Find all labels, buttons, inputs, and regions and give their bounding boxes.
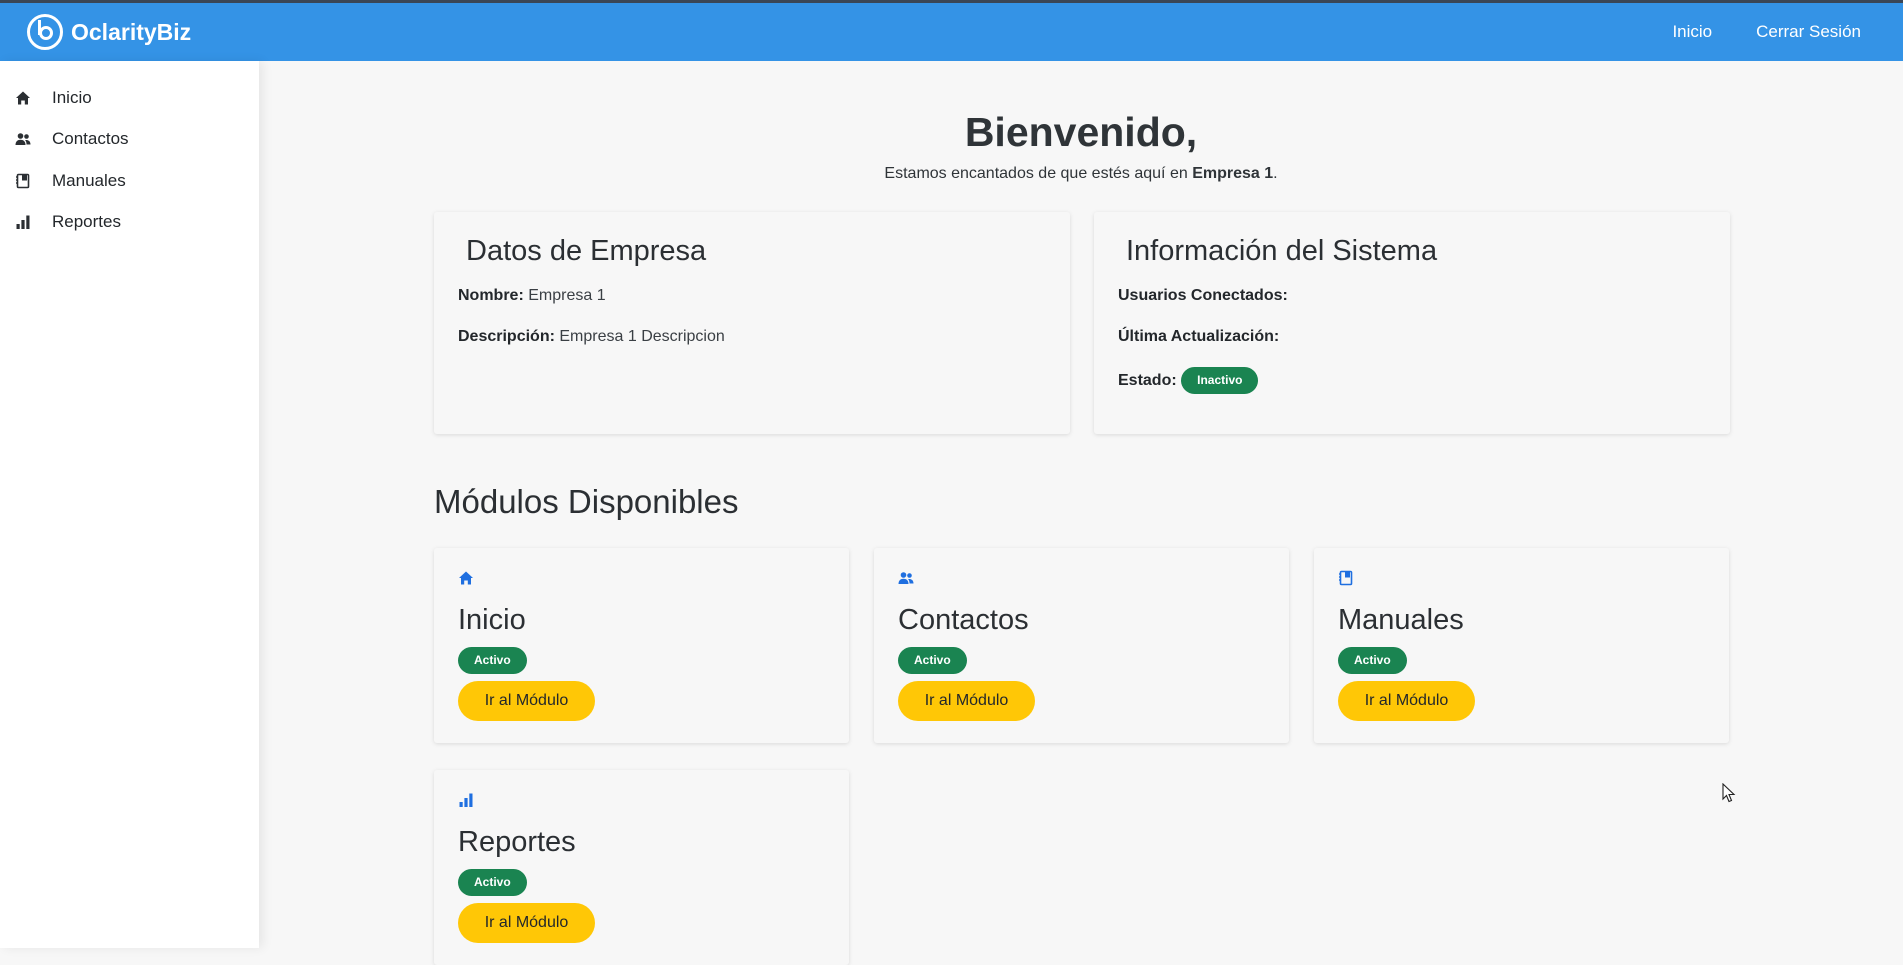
company-description-label: Descripción:: [458, 328, 555, 345]
sidebar-item-label: Contactos: [52, 129, 129, 148]
company-info-card: Datos de Empresa Nombre: Empresa 1 Descr…: [434, 212, 1070, 434]
connected-users-label: Usuarios Conectados:: [1118, 287, 1288, 304]
company-description-value: Empresa 1 Descripcion: [559, 328, 725, 345]
go-to-module-button[interactable]: Ir al Módulo: [898, 681, 1035, 721]
module-status-badge: Activo: [458, 869, 527, 896]
go-to-module-button[interactable]: Ir al Módulo: [458, 681, 595, 721]
mouse-cursor-icon: [1722, 783, 1736, 803]
main-content: Bienvenido, Estamos encantados de que es…: [259, 61, 1903, 965]
company-name-field: Nombre: Empresa 1: [458, 287, 606, 305]
company-name-label: Nombre:: [458, 287, 524, 304]
status-label: Estado:: [1118, 371, 1177, 389]
company-description-field: Descripción: Empresa 1 Descripcion: [458, 328, 725, 346]
home-icon: [16, 91, 30, 105]
sidebar-item-manuales[interactable]: Manuales: [0, 164, 259, 198]
module-card-contactos: Contactos Activo Ir al Módulo: [874, 548, 1289, 743]
welcome-subtitle-text: Estamos encantados de que estés aquí en: [884, 165, 1193, 182]
module-card-inicio: Inicio Activo Ir al Módulo: [434, 548, 849, 743]
company-name-value: Empresa 1: [528, 287, 606, 304]
sidebar-item-contactos[interactable]: Contactos: [0, 122, 259, 156]
module-title: Reportes: [458, 826, 576, 858]
connected-users-field: Usuarios Conectados:: [1118, 287, 1288, 305]
nav-link-inicio[interactable]: Inicio: [1672, 22, 1712, 42]
last-update-label: Última Actualización:: [1118, 328, 1280, 345]
status-field: Estado: Inactivo: [1118, 367, 1259, 394]
go-to-module-button[interactable]: Ir al Módulo: [458, 903, 595, 943]
nav-links: Inicio Cerrar Sesión: [1672, 3, 1861, 61]
users-icon: [15, 133, 31, 145]
sidebar-item-label: Reportes: [52, 212, 121, 231]
welcome-subtitle-end: .: [1273, 165, 1278, 182]
system-card-title: Información del Sistema: [1126, 235, 1438, 267]
module-status-badge: Activo: [458, 647, 527, 674]
brand[interactable]: OclarityBiz: [27, 12, 191, 52]
company-card-title: Datos de Empresa: [466, 235, 707, 267]
sidebar-item-reportes[interactable]: Reportes: [0, 205, 259, 239]
welcome-subtitle: Estamos encantados de que estés aquí en …: [259, 165, 1903, 183]
welcome-company-name: Empresa 1: [1192, 165, 1274, 182]
users-icon: [898, 572, 914, 584]
go-to-module-button[interactable]: Ir al Módulo: [1338, 681, 1475, 721]
brand-logo-icon: [27, 14, 63, 50]
last-update-field: Última Actualización:: [1118, 328, 1279, 346]
module-status-badge: Activo: [1338, 647, 1407, 674]
module-status-badge: Activo: [898, 647, 967, 674]
module-title: Contactos: [898, 604, 1029, 636]
home-icon: [459, 571, 473, 585]
module-card-manuales: Manuales Activo Ir al Módulo: [1314, 548, 1729, 743]
sidebar-item-label: Inicio: [52, 88, 92, 107]
sidebar-item-label: Manuales: [52, 171, 126, 190]
module-title: Manuales: [1338, 604, 1464, 636]
top-navbar: OclarityBiz Inicio Cerrar Sesión: [0, 3, 1903, 61]
system-info-card: Información del Sistema Usuarios Conecta…: [1094, 212, 1730, 434]
module-title: Inicio: [458, 604, 526, 636]
chart-bar-icon: [459, 793, 473, 807]
nav-link-cerrar-sesion[interactable]: Cerrar Sesión: [1756, 22, 1861, 42]
module-card-reportes: Reportes Activo Ir al Módulo: [434, 770, 849, 965]
sidebar-item-inicio[interactable]: Inicio: [0, 81, 259, 115]
modules-section-title: Módulos Disponibles: [434, 483, 739, 520]
chart-bar-icon: [16, 215, 30, 229]
book-icon: [16, 173, 30, 189]
book-icon: [1339, 570, 1353, 586]
welcome-title: Bienvenido,: [964, 109, 1198, 155]
sidebar: Inicio Contactos Manuales Reportes: [0, 61, 259, 948]
brand-name: OclarityBiz: [71, 18, 192, 45]
status-badge: Inactivo: [1181, 367, 1259, 394]
